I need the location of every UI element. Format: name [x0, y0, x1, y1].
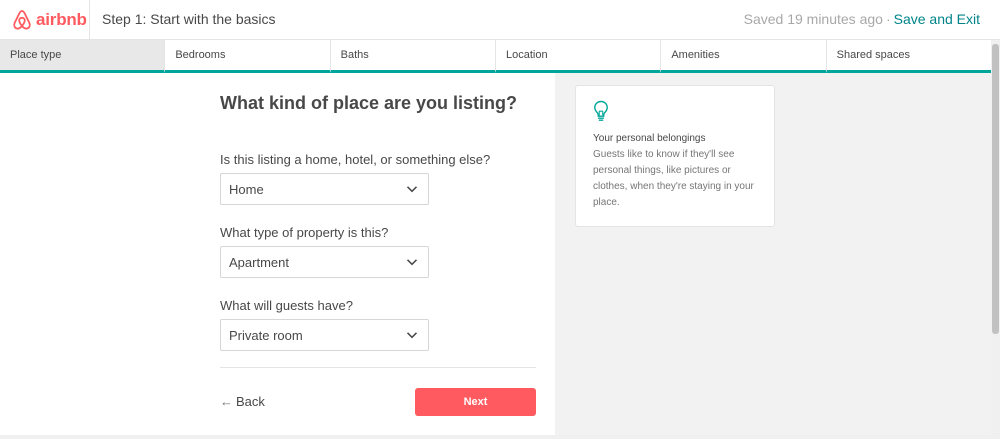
form-divider — [220, 367, 536, 368]
back-button[interactable]: ← Back — [220, 394, 265, 409]
listing-type-value: Home — [229, 182, 264, 197]
tab-bedrooms[interactable]: Bedrooms — [165, 40, 331, 73]
back-label: Back — [236, 394, 265, 409]
chevron-down-icon — [406, 332, 418, 339]
listing-type-label: Is this listing a home, hotel, or someth… — [220, 152, 491, 167]
tip-title: Your personal belongings — [593, 133, 706, 144]
save-and-exit-link[interactable]: Save and Exit — [894, 11, 980, 27]
airbnb-logo-icon — [13, 10, 31, 30]
guest-access-select[interactable]: Private room — [220, 319, 429, 351]
listing-type-select[interactable]: Home — [220, 173, 429, 205]
tip-card: Your personal belongings Guests like to … — [575, 85, 775, 227]
tab-place-type[interactable]: Place type — [0, 40, 166, 73]
listing-form: What kind of place are you listing? Is t… — [220, 73, 536, 439]
bottom-scroll-track — [0, 435, 991, 439]
save-status: Saved 19 minutes ago · Save and Exit — [680, 11, 1000, 27]
tab-shared-spaces[interactable]: Shared spaces — [826, 40, 991, 73]
airbnb-logo[interactable]: airbnb — [12, 8, 87, 32]
property-type-value: Apartment — [229, 255, 289, 270]
chevron-down-icon — [406, 259, 418, 266]
tab-location[interactable]: Location — [495, 40, 662, 73]
page-scrollbar[interactable] — [991, 40, 1000, 439]
tab-baths[interactable]: Baths — [330, 40, 496, 73]
back-arrow-icon: ← — [220, 394, 233, 409]
scrollbar-thumb[interactable] — [992, 44, 999, 334]
lightbulb-icon — [594, 100, 608, 121]
step-title: Step 1: Start with the basics — [102, 11, 276, 27]
separator-dot: · — [885, 11, 891, 27]
logo-wordmark: airbnb — [36, 10, 87, 29]
header-divider — [89, 0, 90, 40]
top-header: airbnb Step 1: Start with the basics Sav… — [0, 0, 1000, 40]
step-tabs: Place type Bedrooms Baths Location Ameni… — [0, 40, 991, 73]
saved-timestamp: Saved 19 minutes ago — [743, 11, 883, 27]
property-type-select[interactable]: Apartment — [220, 246, 429, 278]
page-title: What kind of place are you listing? — [220, 93, 518, 113]
guest-access-label: What will guests have? — [220, 298, 353, 313]
next-button[interactable]: Next — [415, 388, 536, 416]
tip-body: Guests like to know if they'll see perso… — [593, 149, 754, 208]
guest-access-value: Private room — [229, 328, 303, 343]
tab-amenities[interactable]: Amenities — [661, 40, 827, 73]
chevron-down-icon — [406, 186, 418, 193]
property-type-label: What type of property is this? — [220, 225, 389, 240]
